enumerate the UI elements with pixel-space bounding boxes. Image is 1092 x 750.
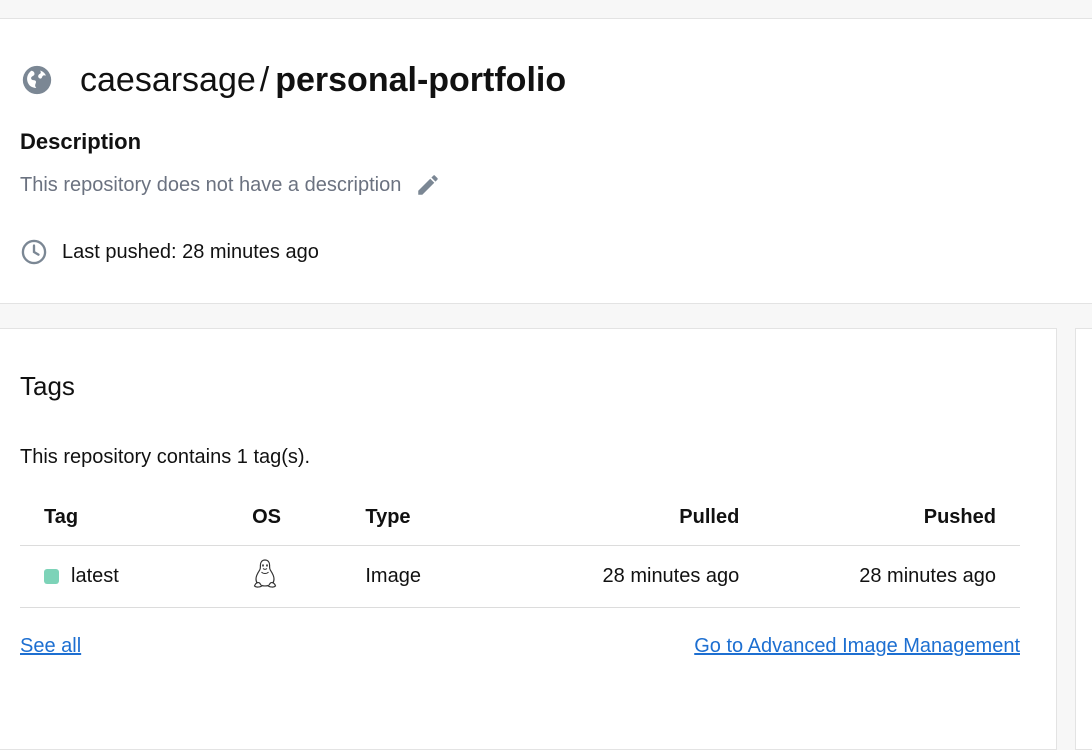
advanced-image-management-link[interactable]: Go to Advanced Image Management <box>694 635 1020 658</box>
tags-count-text: This repository contains 1 tag(s). <box>20 446 311 468</box>
repo-owner[interactable]: caesarsage <box>80 61 256 99</box>
tags-card: Tags This repository contains 1 tag(s). … <box>0 328 1057 750</box>
pencil-icon[interactable] <box>415 171 443 199</box>
clock-icon <box>20 237 50 267</box>
description-heading: Description <box>20 129 142 154</box>
repo-separator: / <box>259 61 270 99</box>
linux-icon <box>252 558 278 590</box>
description-text: This repository does not have a descript… <box>20 173 402 196</box>
os-cell <box>232 545 346 608</box>
type-cell: Image <box>345 545 480 608</box>
tags-table-header: Tag OS Type Pulled Pushed <box>20 489 1020 546</box>
last-pushed-text: Last pushed: 28 minutes ago <box>62 240 319 263</box>
tag-name-link[interactable]: latest <box>71 565 119 588</box>
tag-status-indicator <box>44 569 59 584</box>
column-header-type[interactable]: Type <box>345 489 480 546</box>
tags-heading: Tags <box>20 371 75 401</box>
see-all-link[interactable]: See all <box>20 635 81 658</box>
repo-title: caesarsage / personal-portfolio <box>80 60 566 100</box>
repo-name: personal-portfolio <box>275 61 567 99</box>
pulled-cell: 28 minutes ago <box>479 545 740 608</box>
top-strip <box>0 0 1092 19</box>
column-header-os[interactable]: OS <box>232 489 346 546</box>
column-header-pushed[interactable]: Pushed <box>739 489 1020 546</box>
table-row[interactable]: latest Image 28 minutes ago 28 minutes a… <box>20 545 1020 608</box>
tag-cell: latest <box>20 545 233 608</box>
side-card <box>1075 328 1092 750</box>
pushed-cell: 28 minutes ago <box>739 545 1020 608</box>
repo-title-row: caesarsage / personal-portfolio <box>20 59 566 101</box>
repository-header: caesarsage / personal-portfolio Descriptio… <box>0 19 1092 304</box>
column-header-pulled[interactable]: Pulled <box>479 489 740 546</box>
globe-icon <box>20 62 56 98</box>
description-row: This repository does not have a descript… <box>20 171 443 199</box>
column-header-tag[interactable]: Tag <box>20 489 233 546</box>
tags-table: Tag OS Type Pulled Pushed latest Image 2… <box>20 489 1020 608</box>
last-pushed-row: Last pushed: 28 minutes ago <box>20 237 319 267</box>
